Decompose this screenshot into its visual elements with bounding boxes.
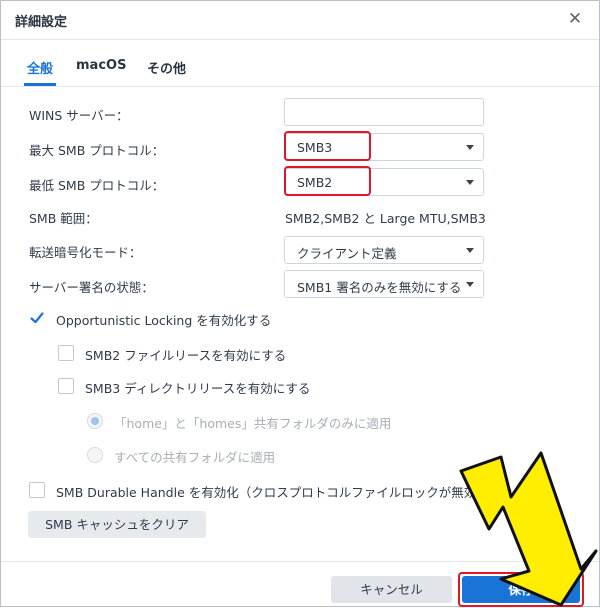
server-signing-value: SMB1 署名のみを無効にする — [297, 280, 462, 295]
close-icon[interactable]: ✕ — [566, 10, 584, 28]
smb2-lease-label: SMB2 ファイルリースを有効にする — [85, 348, 287, 363]
opportunistic-locking-checkbox[interactable] — [29, 310, 45, 326]
clear-smb-cache-button[interactable]: SMB キャッシュをクリア — [28, 511, 206, 538]
smb-range-label: SMB 範囲： — [29, 211, 98, 226]
transfer-encryption-value: クライアント定義 — [297, 246, 397, 261]
tab-macos[interactable]: macOS — [76, 58, 126, 73]
chevron-down-icon — [466, 180, 474, 185]
radio-all-shares-label: すべての共有フォルダに適用 — [114, 450, 276, 465]
max-smb-protocol-label: 最大 SMB プロトコル： — [29, 143, 165, 158]
tab-bar: 全般 macOS その他 — [1, 40, 599, 90]
cancel-button[interactable]: キャンセル — [331, 576, 452, 603]
dialog-title: 詳細設定 — [15, 15, 68, 30]
durable-handle-checkbox[interactable] — [29, 482, 45, 498]
checkmark-icon — [30, 312, 44, 324]
chevron-down-icon — [466, 145, 474, 150]
smb2-lease-checkbox[interactable] — [58, 345, 74, 361]
max-smb-highlight-box — [284, 131, 371, 161]
tab-general[interactable]: 全般 — [27, 58, 53, 77]
radio-all-shares[interactable] — [87, 447, 103, 463]
server-signing-label: サーバー署名の状態： — [29, 280, 154, 295]
min-smb-highlight-box — [284, 166, 371, 196]
transfer-encryption-label: 転送暗号化モード： — [29, 245, 142, 260]
annotation-arrow-icon — [459, 451, 598, 607]
chevron-down-icon — [466, 282, 474, 287]
smb-range-value: SMB2,SMB2 と Large MTU,SMB3 — [285, 211, 486, 226]
smb3-directory-lease-checkbox[interactable] — [58, 378, 74, 394]
tab-divider — [1, 86, 599, 87]
wins-server-input[interactable] — [284, 98, 484, 126]
server-signing-select[interactable]: SMB1 署名のみを無効にする — [284, 270, 484, 298]
radio-home-only-label: 「home」と「homes」共有フォルダのみに適用 — [114, 416, 392, 431]
smb3-directory-lease-label: SMB3 ディレクトリリースを有効にする — [85, 381, 311, 396]
transfer-encryption-select[interactable]: クライアント定義 — [284, 236, 484, 264]
radio-home-only[interactable] — [87, 413, 103, 429]
min-smb-protocol-label: 最低 SMB プロトコル： — [29, 178, 165, 193]
dialog-titlebar: 詳細設定 ✕ — [1, 1, 599, 40]
opportunistic-locking-label: Opportunistic Locking を有効化する — [56, 313, 272, 328]
tab-other[interactable]: その他 — [147, 58, 186, 77]
advanced-settings-dialog: 詳細設定 ✕ 全般 macOS その他 WINS サーバー： 最大 SMB プロ… — [0, 0, 600, 607]
wins-server-label: WINS サーバー： — [29, 108, 129, 123]
chevron-down-icon — [466, 248, 474, 253]
